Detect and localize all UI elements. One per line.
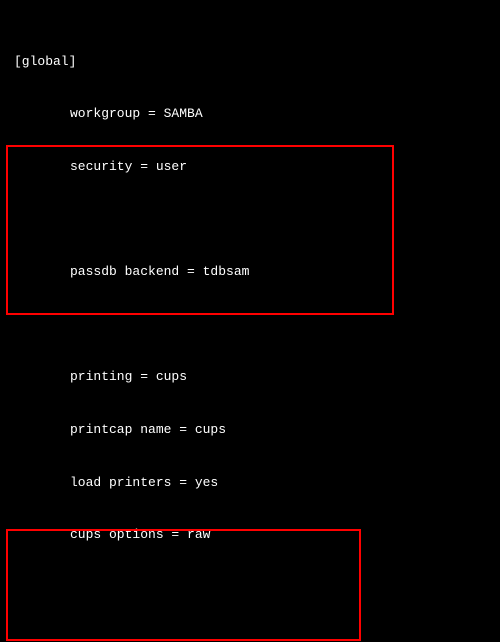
blank-line [14, 316, 500, 334]
config-line: printing = cups [14, 368, 500, 386]
highlight-box-testsm [6, 529, 361, 641]
config-line: load printers = yes [14, 474, 500, 492]
config-line: passdb backend = tdbsam [14, 263, 500, 281]
config-line: cups options = raw [14, 526, 500, 544]
blank-line [14, 211, 500, 229]
section-header-global: [global] [14, 53, 500, 71]
config-line: printcap name = cups [14, 421, 500, 439]
config-line: security = user [14, 158, 500, 176]
terminal-output: [global] workgroup = SAMBA security = us… [0, 0, 500, 642]
config-line: workgroup = SAMBA [14, 105, 500, 123]
blank-line [14, 597, 500, 615]
